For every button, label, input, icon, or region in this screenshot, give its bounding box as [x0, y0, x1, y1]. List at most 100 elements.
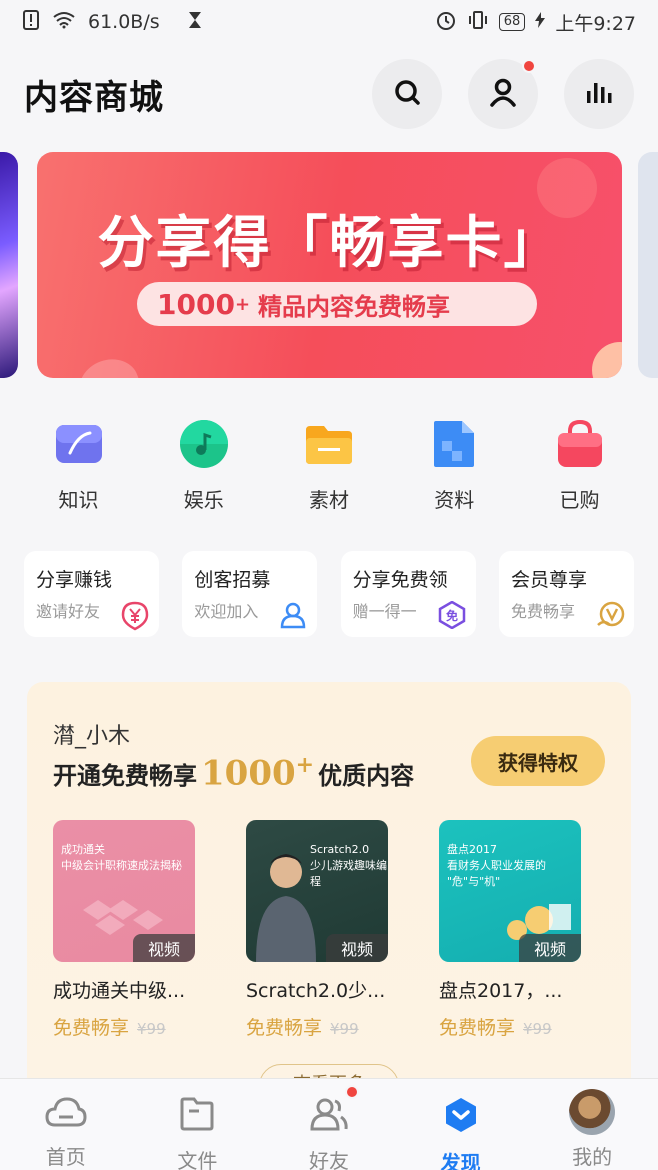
document-icon — [428, 418, 480, 470]
product-card[interactable]: Scratch2.0 少儿游戏趣味编程 视频 Scratch2.0少... 免费… — [246, 820, 388, 1040]
product-price: 免费畅享 ¥99 — [246, 1013, 388, 1040]
product-list: 成功通关 中级会计职称速成法揭秘 视频 成功通关中级... 免费畅享 ¥99 S… — [53, 820, 613, 1040]
card-share-earn[interactable]: 分享赚钱 邀请好友 — [24, 551, 159, 637]
tab-label: 发现 — [440, 1151, 481, 1170]
user-icon — [488, 77, 518, 111]
card-creator-recruit[interactable]: 创客招募 欢迎加入 — [182, 551, 318, 637]
product-thumbnail: 成功通关 中级会计职称速成法揭秘 视频 — [53, 820, 195, 962]
hourglass-icon — [188, 11, 202, 34]
product-name: 成功通关中级... — [53, 980, 186, 1002]
search-icon — [392, 77, 422, 111]
product-name: 盘点2017，... — [439, 980, 563, 1002]
battery-indicator: 68 — [498, 13, 526, 31]
network-speed: 61.0B/s — [88, 11, 160, 33]
card-title: 分享赚钱 — [36, 569, 113, 591]
vip-icon — [596, 601, 625, 629]
category-row: 知识 娱乐 素材 资料 已购 — [16, 418, 642, 518]
tab-label: 文件 — [177, 1149, 218, 1170]
original-price: ¥99 — [330, 1020, 359, 1038]
alert-icon — [22, 9, 40, 35]
card-vip-exclusive[interactable]: 会员尊享 免费畅享 — [498, 551, 634, 637]
free-icon: 免 — [438, 600, 466, 630]
product-price: 免费畅享 ¥99 — [439, 1013, 581, 1040]
alarm-icon — [435, 9, 457, 36]
category-knowledge[interactable]: 知识 — [16, 418, 141, 518]
card-share-free[interactable]: 分享免费领 赠一得一 免 — [340, 551, 476, 637]
product-thumbnail: 盘点2017 看财务人职业发展的 "危"与"机" 视频 — [439, 820, 581, 962]
notification-dot — [522, 59, 536, 73]
original-price: ¥99 — [523, 1020, 552, 1038]
category-material[interactable]: 素材 — [267, 418, 392, 518]
tab-files[interactable]: 文件 — [132, 1079, 264, 1170]
video-tag: 视频 — [519, 934, 581, 962]
tab-friends[interactable]: 好友 — [263, 1079, 395, 1170]
bag-icon — [554, 418, 606, 470]
leaf-decoration — [72, 351, 146, 378]
discover-icon — [443, 1097, 479, 1137]
banner-subtitle-pill: 1000 + 精品内容免费畅享 — [137, 282, 537, 326]
clock-time: 上午9:27 — [555, 12, 636, 35]
product-name: Scratch2.0少... — [246, 980, 386, 1002]
card-title: 会员尊享 — [510, 569, 587, 591]
person-icon — [279, 601, 307, 629]
profile-button[interactable] — [468, 59, 538, 129]
file-icon — [179, 1097, 215, 1135]
tab-label: 我的 — [572, 1145, 613, 1169]
banner-subtitle: 精品内容免费畅享 — [258, 292, 451, 321]
svg-text:免: 免 — [446, 608, 458, 623]
category-label: 知识 — [58, 488, 99, 512]
promo-banner[interactable]: 分享得「畅享卡」 1000 + 精品内容免费畅享 — [37, 152, 622, 378]
knowledge-icon — [53, 418, 105, 470]
vip-number-value: 1000 — [201, 753, 296, 794]
original-price: ¥99 — [137, 1020, 166, 1038]
friends-icon — [309, 1097, 349, 1135]
music-icon — [178, 418, 230, 470]
category-label: 资料 — [434, 488, 475, 512]
folder-icon — [303, 418, 355, 470]
tab-discover[interactable]: 发现 — [395, 1079, 527, 1170]
yuan-icon — [121, 601, 149, 631]
vip-slogan-suffix: 优质内容 — [318, 762, 415, 791]
banner-plus: + — [234, 293, 251, 315]
video-tag: 视频 — [133, 934, 195, 962]
stats-button[interactable] — [564, 59, 634, 129]
video-tag: 视频 — [326, 934, 388, 962]
banner-number: 1000 — [157, 287, 235, 321]
product-thumbnail: Scratch2.0 少儿游戏趣味编程 视频 — [246, 820, 388, 962]
vip-slogan-number: 1000+ — [201, 752, 314, 793]
tab-label: 好友 — [308, 1149, 349, 1170]
banner-prev-slide[interactable] — [0, 152, 18, 378]
thumbnail-text: Scratch2.0 少儿游戏趣味编程 — [310, 843, 387, 888]
product-card[interactable]: 盘点2017 看财务人职业发展的 "危"与"机" 视频 盘点2017，... 免… — [439, 820, 581, 1040]
avatar — [569, 1089, 616, 1135]
vip-slogan-prefix: 开通免费畅享 — [53, 762, 197, 791]
bottom-tab-bar: 首页 文件 好友 发现 我的 — [0, 1078, 658, 1170]
category-label: 素材 — [309, 488, 349, 512]
tab-label: 首页 — [45, 1145, 86, 1169]
bar-chart-icon — [584, 79, 614, 109]
vibrate-icon — [467, 10, 489, 35]
category-entertainment[interactable]: 娱乐 — [141, 418, 266, 518]
tab-home[interactable]: 首页 — [0, 1079, 132, 1170]
category-purchased[interactable]: 已购 — [517, 418, 642, 518]
tab-me[interactable]: 我的 — [526, 1079, 658, 1170]
wifi-icon — [52, 11, 76, 34]
page-title: 内容商城 — [24, 77, 164, 118]
charging-icon — [535, 11, 546, 33]
username: 潸_小木 — [53, 724, 131, 749]
free-label: 免费畅享 — [439, 1017, 516, 1039]
category-label: 娱乐 — [183, 488, 224, 512]
banner-next-slide[interactable] — [638, 152, 658, 378]
vip-slogan: 开通免费畅享 1000+ 优质内容 — [53, 752, 414, 793]
banner-title: 分享得「畅享卡」 — [97, 211, 562, 276]
get-privilege-button[interactable]: 获得特权 — [471, 736, 605, 786]
card-title: 创客招募 — [194, 569, 271, 591]
free-label: 免费畅享 — [53, 1017, 130, 1039]
product-card[interactable]: 成功通关 中级会计职称速成法揭秘 视频 成功通关中级... 免费畅享 ¥99 — [53, 820, 195, 1040]
page-header: 内容商城 — [0, 56, 658, 132]
vip-number-plus: + — [295, 752, 315, 778]
search-button[interactable] — [372, 59, 442, 129]
free-label: 免费畅享 — [246, 1017, 323, 1039]
product-price: 免费畅享 ¥99 — [53, 1013, 195, 1040]
category-document[interactable]: 资料 — [392, 418, 517, 518]
